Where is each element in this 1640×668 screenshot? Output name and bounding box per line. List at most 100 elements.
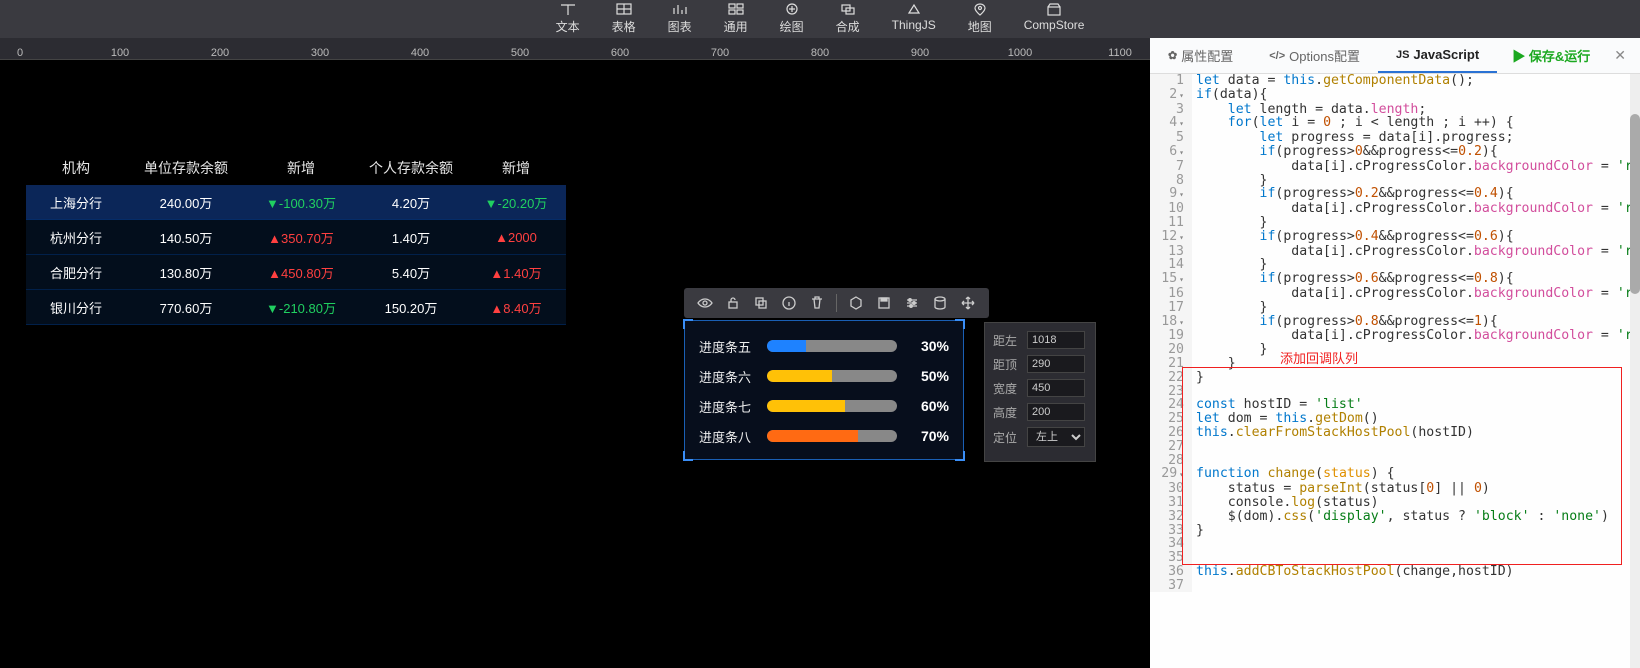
code-line[interactable]: 11 } <box>1150 216 1640 230</box>
code-icon: </> <box>1269 50 1285 62</box>
cell: 杭州分行 <box>26 228 126 247</box>
eye-icon[interactable] <box>696 294 714 312</box>
progress-percent: 70% <box>909 428 949 444</box>
col-header: 新增 <box>466 158 566 178</box>
code-line[interactable]: 10 data[i].cProgressColor.backgroundColo… <box>1150 202 1640 216</box>
code-line[interactable]: 3 let length = data.length; <box>1150 103 1640 117</box>
code-line[interactable]: 17 } <box>1150 301 1640 315</box>
code-line[interactable]: 29function change(status) { <box>1150 467 1640 482</box>
js-icon: JS <box>1396 49 1409 61</box>
code-line[interactable]: 33} <box>1150 524 1640 538</box>
code-line[interactable]: 16 data[i].cProgressColor.backgroundColo… <box>1150 287 1640 301</box>
progress-panel[interactable]: 进度条五30%进度条六50%进度条七60%进度条八70% <box>684 320 964 460</box>
store-icon <box>1045 2 1063 16</box>
code-line[interactable]: 28 <box>1150 454 1640 468</box>
code-line[interactable]: 27 <box>1150 440 1640 454</box>
code-line[interactable]: 37 <box>1150 579 1640 593</box>
table-row[interactable]: 上海分行240.00万▼-100.30万4.20万▼-20.20万 <box>26 185 566 220</box>
code-line[interactable]: 31 console.log(status) <box>1150 496 1640 510</box>
progress-label: 进度条五 <box>699 337 755 356</box>
trash-icon[interactable] <box>808 294 826 312</box>
progress-percent: 50% <box>909 368 949 384</box>
table-row[interactable]: 银川分行770.60万▼-210.80万150.20万▲8.40万 <box>26 290 566 325</box>
code-line[interactable]: 20 } <box>1150 343 1640 357</box>
code-line[interactable]: 13 data[i].cProgressColor.backgroundColo… <box>1150 245 1640 259</box>
col-header: 新增 <box>246 158 356 178</box>
code-line[interactable]: 34 <box>1150 537 1640 551</box>
table-row[interactable]: 杭州分行140.50万▲350.70万1.40万▲2000 <box>26 220 566 255</box>
tool-chart[interactable]: 图表 <box>668 2 692 35</box>
code-line[interactable]: 6 if(progress>0&&progress<=0.2){ <box>1150 145 1640 160</box>
select-anchor[interactable]: 左上 <box>1027 427 1085 447</box>
cell: 上海分行 <box>26 193 126 212</box>
tool-thingjs[interactable]: ThingJS <box>892 2 936 32</box>
close-panel-button[interactable]: ✕ <box>1600 47 1640 64</box>
code-line[interactable]: 5 let progress = data[i].progress; <box>1150 131 1640 145</box>
code-editor[interactable]: 添加回调队列 1let data = this.getComponentData… <box>1150 74 1640 668</box>
scrollbar-track[interactable] <box>1630 74 1640 668</box>
scrollbar-thumb[interactable] <box>1630 114 1640 294</box>
code-line[interactable]: 4 for(let i = 0 ; i < length ; i ++) { <box>1150 116 1640 131</box>
cell: ▼-100.30万 <box>246 193 356 212</box>
cell: 4.20万 <box>356 193 466 212</box>
code-line[interactable]: 25let dom = this.getDom() <box>1150 412 1640 426</box>
code-line[interactable]: 26this.clearFromStackHostPool(hostID) <box>1150 426 1640 440</box>
input-top[interactable] <box>1027 355 1085 373</box>
code-line[interactable]: 18 if(progress>0.8&&progress<=1){ <box>1150 315 1640 330</box>
code-line[interactable]: 9 if(progress>0.2&&progress<=0.4){ <box>1150 187 1640 202</box>
tool-grid[interactable]: 通用 <box>724 2 748 35</box>
tab-javascript[interactable]: JSJavaScript <box>1378 38 1497 73</box>
progress-label: 进度条六 <box>699 367 755 386</box>
code-line[interactable]: 15 if(progress>0.6&&progress<=0.8){ <box>1150 272 1640 287</box>
tool-store[interactable]: CompStore <box>1024 2 1085 32</box>
tool-label: CompStore <box>1024 18 1085 32</box>
code-line[interactable]: 36this.addCBToStackHostPool(change,hostI… <box>1150 565 1640 579</box>
save-icon[interactable] <box>875 294 893 312</box>
cell: 130.80万 <box>126 263 246 282</box>
input-width[interactable] <box>1027 379 1085 397</box>
code-line[interactable]: 19 data[i].cProgressColor.backgroundColo… <box>1150 329 1640 343</box>
code-line[interactable]: 7 data[i].cProgressColor.backgroundColor… <box>1150 160 1640 174</box>
tool-draw[interactable]: 绘图 <box>780 2 804 35</box>
clone-icon[interactable] <box>752 294 770 312</box>
canvas[interactable]: 机构单位存款余额新增个人存款余额新增 上海分行240.00万▼-100.30万4… <box>0 60 1150 668</box>
code-line[interactable]: 30 status = parseInt(status[0] || 0) <box>1150 482 1640 496</box>
sliders-icon[interactable] <box>903 294 921 312</box>
cell: 140.50万 <box>126 228 246 247</box>
code-line[interactable]: 24const hostID = 'list' <box>1150 398 1640 412</box>
code-line[interactable]: 8 } <box>1150 174 1640 188</box>
tool-label: 地图 <box>968 18 992 35</box>
compose-icon <box>839 2 857 16</box>
code-line[interactable]: 35 <box>1150 551 1640 565</box>
code-line[interactable]: 2if(data){ <box>1150 88 1640 103</box>
tool-label: 图表 <box>668 18 692 35</box>
unlock-icon[interactable] <box>724 294 742 312</box>
code-line[interactable]: 14 } <box>1150 258 1640 272</box>
tool-label: 合成 <box>836 18 860 35</box>
code-line[interactable]: 22} <box>1150 371 1640 385</box>
progress-label: 进度条八 <box>699 427 755 446</box>
db-icon[interactable] <box>931 294 949 312</box>
tab-options[interactable]: </>Options配置 <box>1251 38 1378 73</box>
input-height[interactable] <box>1027 403 1085 421</box>
hex-icon[interactable] <box>847 294 865 312</box>
code-line[interactable]: 23 <box>1150 385 1640 399</box>
input-left[interactable] <box>1027 331 1085 349</box>
tool-map[interactable]: 地图 <box>968 2 992 35</box>
code-line[interactable]: 12 if(progress>0.4&&progress<=0.6){ <box>1150 230 1640 245</box>
tool-text[interactable]: 文本 <box>556 2 580 35</box>
tab-attr[interactable]: ✿属性配置 <box>1150 38 1251 73</box>
code-line[interactable]: 1let data = this.getComponentData(); <box>1150 74 1640 88</box>
info-icon[interactable] <box>780 294 798 312</box>
tool-compose[interactable]: 合成 <box>836 2 860 35</box>
code-line[interactable]: 32 $(dom).css('display', status ? 'block… <box>1150 510 1640 524</box>
col-header: 机构 <box>26 158 126 178</box>
save-run-button[interactable]: ▶ 保存&运行 <box>1512 46 1600 65</box>
progress-bar <box>767 430 897 442</box>
code-line[interactable]: 21 } <box>1150 357 1640 371</box>
cell: ▼-20.20万 <box>466 193 566 212</box>
draw-icon <box>783 2 801 16</box>
table-row[interactable]: 合肥分行130.80万▲450.80万5.40万▲1.40万 <box>26 255 566 290</box>
tool-table[interactable]: 表格 <box>612 2 636 35</box>
move-icon[interactable] <box>959 294 977 312</box>
